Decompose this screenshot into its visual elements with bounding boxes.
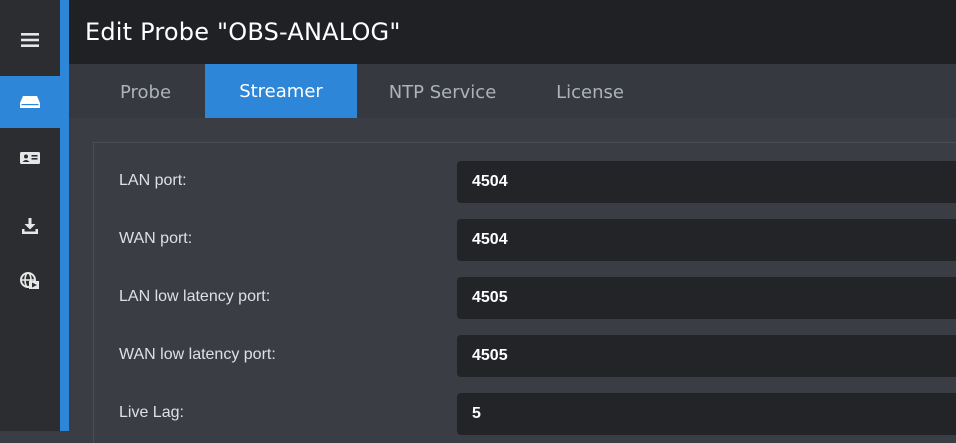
tab-probe[interactable]: Probe [89,66,202,118]
lan-low-latency-port-input[interactable] [457,277,956,319]
id-card-icon [20,151,40,165]
download-icon [21,217,39,235]
tab-ntp-service[interactable]: NTP Service [365,66,520,118]
lan-low-latency-port-label: LAN low latency port: [119,288,271,305]
sidebar-item-probes[interactable] [0,76,60,128]
hard-drive-icon [20,95,40,109]
form-row-lan-low-latency-port: LAN low latency port: [94,277,956,319]
sidebar-accent-bar [60,0,69,431]
wan-low-latency-port-label: WAN low latency port: [119,346,276,363]
lan-port-label: LAN port: [119,172,187,189]
wan-port-input[interactable] [457,219,956,261]
menu-button[interactable] [0,14,60,66]
wan-low-latency-port-input[interactable] [457,335,956,377]
sidebar [0,0,60,431]
sidebar-item-streaming[interactable] [0,255,60,307]
form-row-wan-low-latency-port: WAN low latency port: [94,335,956,377]
globe-media-icon [20,271,40,291]
form-row-lan-port: LAN port: [94,161,956,203]
sidebar-item-licenses[interactable] [0,132,60,184]
hamburger-menu-icon [21,32,39,48]
header: Edit Probe "OBS-ANALOG" [69,0,956,64]
page-title: Edit Probe "OBS-ANALOG" [85,18,401,46]
form-row-live-lag: Live Lag: [94,393,956,435]
sidebar-item-downloads[interactable] [0,200,60,252]
live-lag-label: Live Lag: [119,404,184,421]
live-lag-input[interactable] [457,393,956,435]
tab-streamer[interactable]: Streamer [205,64,357,118]
tab-bar: Probe Streamer NTP Service License [69,64,956,118]
lan-port-input[interactable] [457,161,956,203]
tab-license[interactable]: License [535,66,645,118]
streamer-settings-panel: LAN port: WAN port: LAN low latency port… [93,142,956,443]
form-row-wan-port: WAN port: [94,219,956,261]
content-area: LAN port: WAN port: LAN low latency port… [69,118,956,443]
wan-port-label: WAN port: [119,230,193,247]
